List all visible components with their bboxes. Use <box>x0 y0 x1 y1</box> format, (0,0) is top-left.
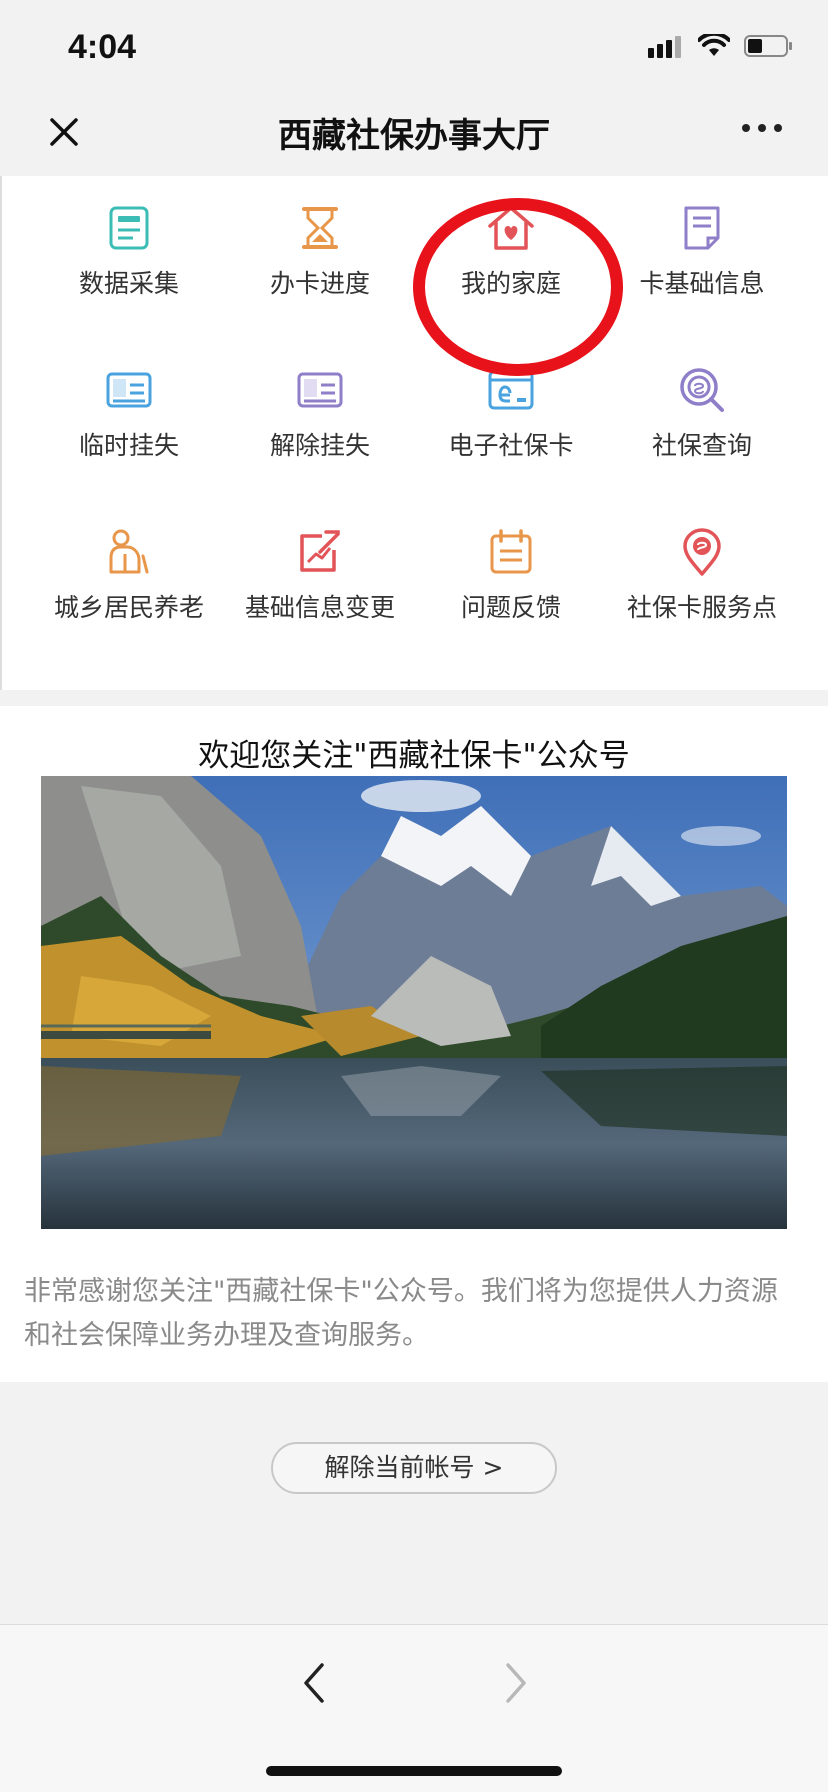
back-arrow-icon[interactable] <box>296 1657 332 1709</box>
grid-item-cancel-report-loss[interactable]: 解除挂失 <box>225 366 415 486</box>
feedback-clipboard-icon <box>490 529 532 574</box>
grid-label: 卡基础信息 <box>639 269 765 298</box>
grid-item-e-card[interactable]: 电子社保卡 <box>416 366 606 486</box>
status-icons <box>648 34 794 58</box>
grid-label: 社保查询 <box>651 431 752 460</box>
grid-label: 办卡进度 <box>269 269 370 298</box>
grid-label: 临时挂失 <box>78 431 179 460</box>
cancel-report-loss-icon <box>297 372 343 408</box>
document-icon <box>684 206 720 250</box>
data-collection-icon <box>109 206 149 250</box>
battery-icon <box>744 35 792 57</box>
grid-item-card-basic-info[interactable]: 卡基础信息 <box>607 204 797 324</box>
grid-label: 数据采集 <box>78 269 179 298</box>
status-bar: 4:04 <box>0 0 828 96</box>
nav-bar: 西藏社保办事大厅 <box>0 96 828 176</box>
welcome-article: 欢迎您关注"西藏社保卡"公众号 非常感谢您关注"西藏社保卡"公众号。我们将为您提… <box>0 706 828 1382</box>
edit-chart-icon <box>300 530 340 572</box>
grid-item-si-query[interactable]: 社保查询 <box>607 366 797 486</box>
grid-item-temp-report-loss[interactable]: 临时挂失 <box>34 366 224 486</box>
grid-label: 问题反馈 <box>460 593 561 622</box>
grid-item-basic-info-change[interactable]: 基础信息变更 <box>225 528 415 648</box>
wifi-icon <box>698 34 730 56</box>
location-pin-icon <box>683 528 721 576</box>
more-icon[interactable] <box>738 118 786 138</box>
hourglass-icon <box>302 207 338 249</box>
highlight-circle-annotation <box>413 198 623 376</box>
page-title: 西藏社保办事大厅 <box>278 116 550 156</box>
grid-item-card-service-point[interactable]: 社保卡服务点 <box>607 528 797 648</box>
function-grid: 数据采集 办卡进度 我的家庭 卡基础信息 临时挂失 解除挂失 电子社保卡 社保查… <box>0 176 828 690</box>
grid-label: 基础信息变更 <box>244 593 395 622</box>
elderly-icon <box>109 529 149 574</box>
grid-label: 电子社保卡 <box>448 431 574 460</box>
grid-item-card-progress[interactable]: 办卡进度 <box>225 204 415 324</box>
grid-label: 社保卡服务点 <box>626 593 777 622</box>
forward-arrow-icon[interactable] <box>498 1657 534 1709</box>
unbind-account-button[interactable]: 解除当前帐号 > <box>271 1442 557 1494</box>
grid-item-rural-urban-pension[interactable]: 城乡居民养老 <box>34 528 224 648</box>
status-time: 4:04 <box>68 28 137 66</box>
grid-item-data-collection[interactable]: 数据采集 <box>34 204 224 324</box>
cellular-signal-icon <box>648 36 681 58</box>
grid-label: 解除挂失 <box>269 431 370 460</box>
mountain-lake-photo <box>41 776 787 1229</box>
grid-label: 城乡居民养老 <box>53 593 204 622</box>
temp-report-loss-icon <box>106 372 152 408</box>
home-indicator <box>266 1766 562 1776</box>
search-si-icon <box>680 368 724 412</box>
article-body: 非常感谢您关注"西藏社保卡"公众号。我们将为您提供人力资源和社会保障业务办理及查… <box>24 1276 778 1351</box>
article-title: 欢迎您关注"西藏社保卡"公众号 <box>198 738 630 774</box>
grid-item-feedback[interactable]: 问题反馈 <box>416 528 606 648</box>
